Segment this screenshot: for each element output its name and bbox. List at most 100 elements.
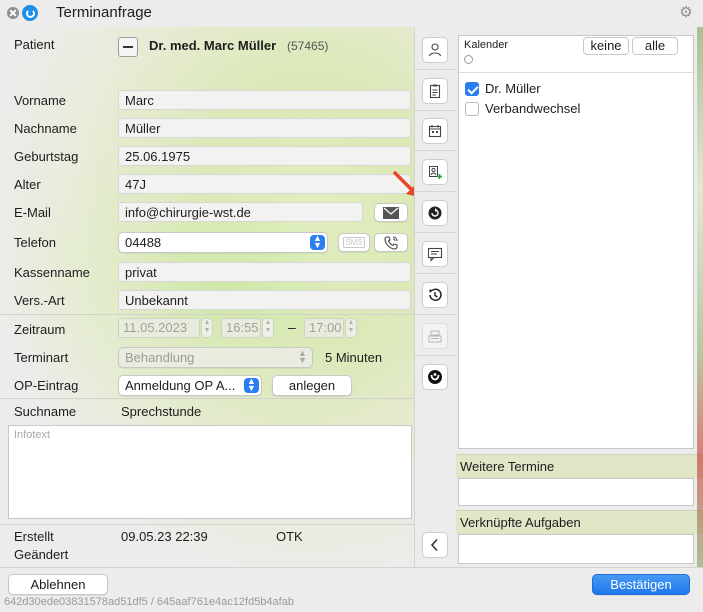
action-toolbar bbox=[414, 27, 457, 567]
patient-remove-button[interactable] bbox=[118, 37, 138, 57]
zeitraum-label: Zeitraum bbox=[14, 322, 66, 337]
select-none-button[interactable]: keine bbox=[583, 37, 629, 55]
calendar-label: Kalender bbox=[464, 39, 509, 51]
checkbox-checked[interactable] bbox=[465, 82, 479, 96]
time-to-stepper[interactable]: ▲ ▼ bbox=[345, 318, 357, 338]
cash-register-icon bbox=[428, 330, 442, 343]
calendar-button[interactable] bbox=[422, 118, 448, 144]
terminart-label: Terminart bbox=[14, 350, 69, 365]
clipboard-icon bbox=[429, 84, 441, 99]
cash-register-button[interactable] bbox=[422, 323, 448, 349]
titlebar: Terminanfrage ⚙ bbox=[0, 0, 703, 27]
person-icon bbox=[428, 43, 442, 57]
terminanfrage-window: Terminanfrage ⚙ Patient Dr. med. Marc Mü… bbox=[0, 0, 703, 612]
suchname-value: Sprechstunde bbox=[121, 404, 202, 419]
calendar-icon bbox=[428, 125, 442, 138]
telefon-select[interactable]: 04488 ▲ ▼ bbox=[118, 232, 328, 253]
patient-id: (57465) bbox=[287, 39, 329, 53]
close-icon[interactable] bbox=[7, 7, 19, 19]
op-select[interactable]: Anmeldung OP A... ▲ ▼ bbox=[118, 375, 262, 396]
time-from-stepper[interactable]: ▲ ▼ bbox=[262, 318, 274, 338]
record-hash: 642d30ede03831578ad51df5 / 645aaf761e4ac… bbox=[4, 596, 294, 608]
nachname-label: Nachname bbox=[14, 121, 77, 136]
calendar-list: Kalender keine alle Dr. Müller Verbandwe… bbox=[458, 35, 694, 449]
telefon-value: 04488 bbox=[125, 235, 162, 250]
bestaetigen-button[interactable]: Bestätigen bbox=[592, 574, 690, 595]
op-value: Anmeldung OP A... bbox=[125, 378, 236, 393]
form-pane: Patient Dr. med. Marc Müller (57465) Vor… bbox=[0, 27, 414, 567]
calendar-item-label: Dr. Müller bbox=[485, 81, 541, 96]
kassenname-field[interactable]: privat bbox=[118, 262, 411, 282]
sms-button[interactable]: SMS bbox=[338, 233, 370, 252]
alter-label: Alter bbox=[14, 177, 41, 192]
chevron-updown-icon: ▲ ▼ bbox=[310, 234, 325, 250]
app-logo-button[interactable] bbox=[422, 364, 448, 390]
date-stepper[interactable]: ▲ ▼ bbox=[201, 318, 213, 338]
vorname-field[interactable]: Marc bbox=[118, 90, 411, 110]
checkbox-unchecked[interactable] bbox=[465, 102, 479, 116]
alter-field[interactable]: 47J bbox=[118, 174, 411, 194]
select-all-button[interactable]: alle bbox=[632, 37, 678, 55]
time-from-field[interactable]: 16:55 bbox=[221, 318, 261, 338]
time-dash: – bbox=[288, 319, 296, 335]
date-field[interactable]: 11.05.2023 bbox=[118, 318, 200, 338]
message-icon bbox=[427, 247, 443, 262]
calendar-pane: Kalender keine alle Dr. Müller Verbandwe… bbox=[456, 27, 703, 567]
geburtstag-label: Geburtstag bbox=[14, 149, 79, 164]
collapse-button[interactable] bbox=[422, 532, 448, 558]
erstellt-value: 09.05.23 22:39 bbox=[121, 529, 208, 544]
window-title: Terminanfrage bbox=[56, 4, 152, 21]
history-button[interactable] bbox=[422, 282, 448, 308]
sync-icon bbox=[428, 206, 442, 220]
time-to-field[interactable]: 17:00 bbox=[304, 318, 344, 338]
terminart-select[interactable]: Behandlung ▲ ▼ bbox=[118, 347, 313, 368]
message-button[interactable] bbox=[422, 241, 448, 267]
weitere-termine-header: Weitere Termine bbox=[456, 454, 703, 478]
email-field[interactable]: info@chirurgie-wst.de bbox=[118, 202, 363, 222]
erstellt-label: Erstellt bbox=[14, 529, 54, 544]
versart-label: Vers.-Art bbox=[14, 293, 65, 308]
duration-text: 5 Minuten bbox=[325, 350, 383, 365]
telefon-label: Telefon bbox=[14, 235, 56, 250]
footer-bar: Ablehnen Bestätigen 642d30ede03831578ad5… bbox=[0, 567, 703, 612]
history-icon bbox=[429, 288, 442, 301]
background-window-edge bbox=[697, 27, 703, 567]
verknuepfte-aufgaben-header: Verknüpfte Aufgaben bbox=[456, 510, 703, 534]
suchname-label: Suchname bbox=[14, 404, 77, 419]
verknuepfte-aufgaben-list[interactable] bbox=[458, 534, 694, 564]
envelope-icon bbox=[383, 207, 399, 219]
calendar-radio[interactable] bbox=[464, 55, 473, 64]
chevron-updown-icon: ▲ ▼ bbox=[298, 348, 307, 365]
patient-name: Dr. med. Marc Müller bbox=[149, 38, 277, 53]
anlegen-button[interactable]: anlegen bbox=[272, 375, 352, 396]
calendar-item-label: Verbandwechsel bbox=[485, 101, 581, 116]
app-logo-icon bbox=[22, 5, 38, 21]
weitere-termine-list[interactable] bbox=[458, 478, 694, 506]
sms-icon: SMS bbox=[343, 237, 365, 248]
erstellt-user: OTK bbox=[276, 529, 303, 544]
patient-button[interactable] bbox=[422, 37, 448, 63]
geburtstag-field[interactable]: 25.06.1975 bbox=[118, 146, 411, 166]
chevron-left-icon bbox=[430, 538, 438, 552]
send-email-button[interactable] bbox=[374, 203, 408, 222]
infotext-placeholder: Infotext bbox=[14, 429, 51, 441]
versart-field[interactable]: Unbekannt bbox=[118, 290, 411, 310]
kassenname-label: Kassenname bbox=[14, 265, 90, 280]
geaendert-label: Geändert bbox=[14, 547, 69, 562]
nachname-field[interactable]: Müller bbox=[118, 118, 411, 138]
add-contact-button[interactable] bbox=[422, 159, 448, 185]
sync-button[interactable] bbox=[422, 200, 448, 226]
ablehnen-button[interactable]: Ablehnen bbox=[8, 574, 108, 595]
vorname-label: Vorname bbox=[14, 93, 67, 108]
patient-label: Patient bbox=[14, 37, 55, 52]
chevron-updown-icon: ▲ ▼ bbox=[244, 377, 259, 393]
email-label: E-Mail bbox=[14, 205, 51, 220]
clipboard-button[interactable] bbox=[422, 78, 448, 104]
infotext-area[interactable]: Infotext bbox=[8, 425, 412, 519]
phone-icon bbox=[384, 236, 398, 250]
calendar-header: Kalender keine alle bbox=[459, 36, 693, 73]
gear-icon[interactable]: ⚙ bbox=[679, 5, 693, 20]
call-button[interactable] bbox=[374, 233, 408, 252]
app-logo-icon bbox=[428, 370, 442, 384]
op-label: OP-Eintrag bbox=[14, 378, 79, 393]
